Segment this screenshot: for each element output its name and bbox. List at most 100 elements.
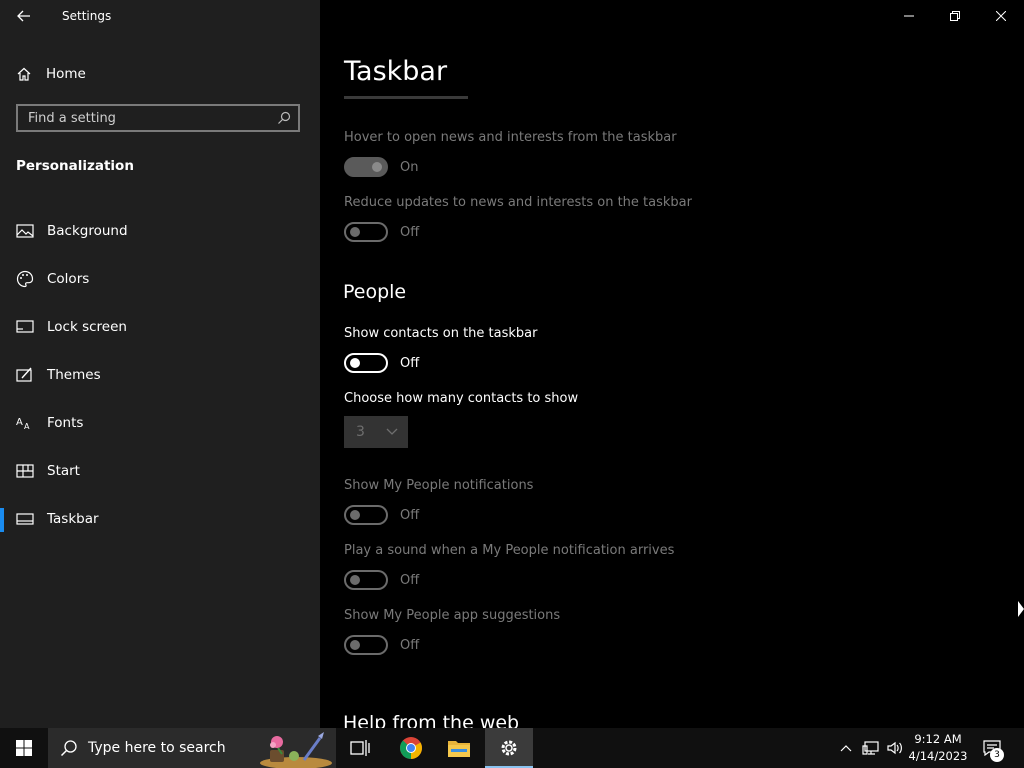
search-icon (60, 740, 77, 757)
search-icon[interactable] (270, 111, 298, 125)
help-from-web-heading: Help from the web (343, 712, 520, 728)
contacts-count-setting: Choose how many contacts to show 3 (344, 391, 578, 448)
minimize-icon (904, 15, 914, 17)
people-sound-toggle[interactable] (344, 570, 388, 590)
reduce-updates-toggle[interactable] (344, 222, 388, 242)
sidebar-item-label: Lock screen (47, 319, 127, 335)
home-label: Home (46, 66, 86, 82)
people-notifications-label: Show My People notifications (344, 478, 534, 493)
sidebar-item-start[interactable]: Start (0, 448, 320, 496)
chevron-down-icon (386, 428, 398, 435)
taskbar-icon (16, 510, 34, 528)
sidebar-item-label: Fonts (47, 415, 84, 431)
contacts-count-dropdown[interactable]: 3 (344, 416, 408, 448)
show-contacts-state: Off (400, 355, 420, 371)
title-bar: Settings (0, 0, 320, 32)
sidebar-item-label: Background (47, 223, 128, 239)
people-sound-state: Off (400, 572, 420, 588)
contacts-count-value: 3 (356, 424, 365, 440)
show-contacts-setting: Show contacts on the taskbar Off (344, 326, 537, 373)
find-setting-search[interactable] (16, 104, 300, 132)
home-nav-item[interactable]: Home (16, 62, 306, 86)
back-button[interactable] (10, 4, 38, 28)
sidebar-item-label: Taskbar (47, 511, 99, 527)
people-suggestions-state: Off (400, 637, 420, 653)
people-suggestions-label: Show My People app suggestions (344, 608, 561, 623)
picture-icon (16, 222, 34, 240)
home-icon (17, 67, 31, 81)
sidebar-item-colors[interactable]: Colors (0, 256, 320, 304)
volume-tray-button[interactable] (884, 728, 906, 768)
reduce-updates-label: Reduce updates to news and interests on … (344, 195, 692, 210)
svg-text:A: A (16, 417, 23, 428)
chrome-taskbar-button[interactable] (387, 728, 435, 768)
people-notifications-toggle[interactable] (344, 505, 388, 525)
hover-news-state: On (400, 159, 419, 175)
gardening-art-icon (260, 732, 332, 768)
sidebar-item-label: Themes (47, 367, 101, 383)
file-explorer-icon (448, 741, 470, 757)
find-setting-input[interactable] (18, 110, 270, 126)
chrome-icon (400, 737, 422, 759)
file-explorer-taskbar-button[interactable] (435, 728, 483, 768)
taskbar: Type here to search 9:12 AM 4/14/2023 3 (0, 728, 1024, 768)
themes-icon (16, 366, 34, 384)
close-button[interactable] (978, 0, 1024, 32)
chevron-up-icon (840, 745, 852, 752)
people-sound-label: Play a sound when a My People notificati… (344, 543, 675, 558)
start-button[interactable] (0, 728, 48, 768)
sidebar-item-themes[interactable]: Themes (0, 352, 320, 400)
people-notifications-state: Off (400, 507, 420, 523)
show-hidden-icons-button[interactable] (836, 728, 856, 768)
volume-icon (887, 741, 902, 755)
sidebar-item-fonts[interactable]: AA Fonts (0, 400, 320, 448)
section-title: Personalization (16, 158, 134, 174)
reduce-updates-setting: Reduce updates to news and interests on … (344, 195, 692, 242)
task-view-icon (350, 740, 370, 756)
fonts-icon: AA (16, 414, 34, 432)
back-arrow-icon (17, 10, 30, 22)
sidebar-nav: Background Colors Lock screen Themes AA … (0, 208, 320, 544)
notification-count-badge: 3 (990, 748, 1004, 762)
task-view-button[interactable] (336, 728, 384, 768)
show-contacts-label: Show contacts on the taskbar (344, 326, 538, 341)
app-title: Settings (62, 9, 112, 23)
people-suggestions-setting: Show My People app suggestions Off (344, 608, 560, 655)
window-controls (886, 0, 1024, 32)
network-tray-button[interactable] (860, 728, 882, 768)
sidebar-item-background[interactable]: Background (0, 208, 320, 256)
people-heading: People (343, 281, 407, 303)
show-contacts-toggle[interactable] (344, 353, 388, 373)
settings-taskbar-button[interactable] (485, 728, 533, 768)
sidebar-item-label: Start (47, 463, 80, 479)
hover-news-label: Hover to open news and interests from th… (344, 130, 677, 145)
people-suggestions-toggle[interactable] (344, 635, 388, 655)
taskbar-search-box[interactable]: Type here to search (48, 728, 336, 768)
windows-logo-icon (16, 740, 32, 756)
people-notifications-setting: Show My People notifications Off (344, 478, 533, 525)
contacts-count-label: Choose how many contacts to show (344, 391, 579, 406)
lock-screen-icon (16, 318, 34, 336)
settings-window: Settings Home Personalization Background… (0, 0, 1024, 728)
reduce-updates-state: Off (400, 224, 420, 240)
restore-button[interactable] (932, 0, 978, 32)
sidebar-item-lock-screen[interactable]: Lock screen (0, 304, 320, 352)
start-icon (16, 462, 34, 480)
page-title: Taskbar (344, 56, 448, 87)
people-sound-setting: Play a sound when a My People notificati… (344, 543, 674, 590)
svg-text:A: A (24, 422, 30, 431)
sidebar-item-label: Colors (47, 271, 90, 287)
clock-time: 9:12 AM (914, 732, 962, 746)
title-divider (344, 96, 468, 99)
network-icon (862, 741, 879, 755)
taskbar-clock[interactable]: 9:12 AM 4/14/2023 (904, 731, 972, 765)
sidebar-item-taskbar[interactable]: Taskbar (0, 496, 320, 544)
hover-news-toggle[interactable] (344, 157, 388, 177)
minimize-button[interactable] (886, 0, 932, 32)
mouse-cursor-icon (1018, 601, 1024, 617)
restore-icon (950, 11, 960, 21)
sidebar: Settings Home Personalization Background… (0, 0, 320, 728)
taskbar-search-placeholder: Type here to search (88, 740, 226, 756)
main-content: Taskbar Hover to open news and interests… (320, 0, 1024, 728)
hover-news-setting: Hover to open news and interests from th… (344, 130, 677, 177)
